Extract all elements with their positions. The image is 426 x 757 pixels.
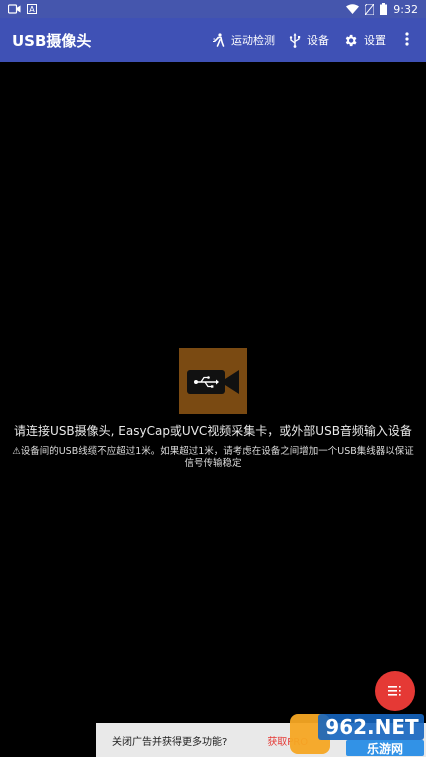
usb-camera-placeholder: [179, 348, 247, 414]
app-bar: USB摄像头 运动检测 设备 设置: [0, 18, 426, 62]
warning-message: ⚠设备间的USB线缆不应超过1米。如果超过1米，请考虑在设备之间增加一个USB集…: [12, 446, 414, 469]
settings-label: 设置: [364, 34, 386, 47]
menu-list-icon: [388, 682, 402, 701]
motion-detect-icon: [213, 33, 225, 47]
connect-message: 请连接USB摄像头, EasyCap或UVC视频采集卡，或外部USB音频输入设备: [14, 424, 412, 438]
watermark-subtext: 乐游网: [367, 741, 403, 756]
ad-banner-text: 关闭广告并获得更多功能?: [112, 736, 228, 748]
menu-fab-button[interactable]: [375, 671, 415, 711]
a-icon: A: [27, 3, 37, 15]
wifi-icon: [346, 3, 360, 15]
motion-detect-label: 运动检测: [231, 34, 275, 47]
gear-icon: [343, 33, 358, 48]
app-bar-actions: 运动检测 设备 设置: [213, 31, 414, 50]
status-time: 9:32: [393, 2, 418, 16]
svg-text:A: A: [29, 5, 35, 14]
status-right: 9:32: [346, 3, 418, 16]
app-title: USB摄像头: [12, 31, 92, 50]
usb-camera-icon: [187, 370, 239, 394]
no-sim-icon: [365, 3, 375, 15]
status-left: A: [8, 3, 37, 15]
overflow-menu-button[interactable]: [400, 31, 414, 50]
cast-icon: [8, 3, 21, 15]
status-bar: A 9:32: [0, 0, 426, 18]
device-button[interactable]: 设备: [289, 32, 329, 48]
site-watermark-logo: 962.NET 乐游网: [290, 714, 424, 756]
motion-detect-button[interactable]: 运动检测: [213, 32, 275, 48]
battery-icon: [380, 3, 388, 15]
watermark-text: 962.NET: [325, 715, 419, 739]
settings-button[interactable]: 设置: [343, 32, 386, 48]
usb-icon: [289, 32, 301, 48]
device-label: 设备: [307, 34, 329, 47]
more-vert-icon: [405, 31, 409, 50]
